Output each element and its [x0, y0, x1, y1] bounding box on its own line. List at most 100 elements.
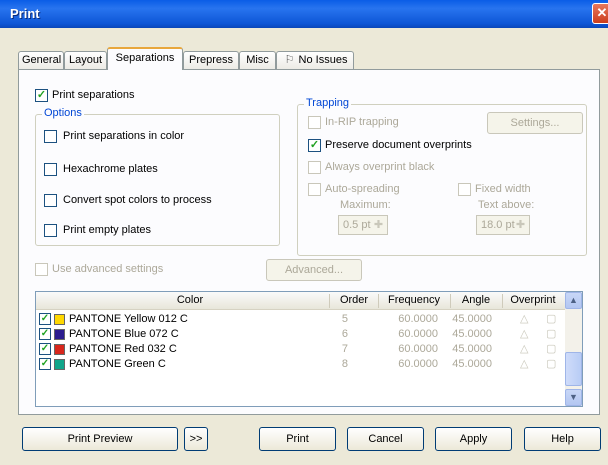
color-name: PANTONE Red 032 C — [69, 343, 177, 355]
row-frequency: 60.0000 — [398, 358, 438, 370]
chevron-right-icon: >> — [189, 433, 203, 445]
apply-button[interactable]: Apply — [435, 427, 512, 451]
row-order: 7 — [341, 343, 348, 355]
spinner-arrows-icon[interactable]: ✚ — [514, 218, 527, 232]
row-order: 8 — [341, 358, 348, 370]
advanced-button[interactable]: Advanced... — [266, 259, 362, 281]
scroll-thumb[interactable] — [565, 352, 582, 386]
overprint-fill-icon[interactable]: △ — [520, 342, 528, 355]
title-bar[interactable]: Print ✕ — [0, 0, 608, 28]
trapping-group-title: Trapping — [304, 97, 352, 109]
table-row[interactable]: ✓ PANTONE Green C 8 60.0000 45.0000 △ ▢ — [36, 357, 566, 372]
auto-spreading-checkbox[interactable] — [308, 183, 321, 196]
print-separations-label: Print separations — [52, 89, 135, 101]
print-button[interactable]: Print — [259, 427, 336, 451]
options-group-title: Options — [42, 107, 84, 119]
row-order: 6 — [341, 328, 348, 340]
spinner-arrows-icon[interactable]: ✚ — [372, 218, 385, 232]
color-name: PANTONE Green C — [69, 358, 166, 370]
overprint-outline-icon[interactable]: ▢ — [546, 312, 556, 325]
list-scrollbar[interactable]: ▲ ▼ — [565, 292, 582, 406]
color-name: PANTONE Yellow 012 C — [69, 313, 188, 325]
print-empty-plates-label: Print empty plates — [63, 224, 152, 236]
overprint-outline-icon[interactable]: ▢ — [546, 357, 556, 370]
preserve-overprints-label: Preserve document overprints — [325, 139, 472, 151]
row-angle: 45.0000 — [452, 343, 492, 355]
row-frequency: 60.0000 — [398, 313, 438, 325]
text-above-label: Text above: — [478, 199, 535, 211]
text-above-value: 18.0 pt — [481, 219, 515, 231]
print-preview-button[interactable]: Print Preview — [22, 427, 178, 451]
col-angle[interactable]: Angle — [450, 294, 502, 306]
col-overprint[interactable]: Overprint — [502, 294, 564, 306]
row-frequency: 60.0000 — [398, 328, 438, 340]
color-swatch — [54, 329, 65, 340]
advanced-settings-checkbox[interactable] — [35, 263, 48, 276]
tab-layout[interactable]: Layout — [64, 51, 107, 69]
scroll-down-button[interactable]: ▼ — [565, 389, 582, 406]
col-frequency[interactable]: Frequency — [378, 294, 450, 306]
overprint-fill-icon[interactable]: △ — [520, 327, 528, 340]
auto-spreading-label: Auto-spreading — [325, 183, 400, 195]
in-rip-label: In-RIP trapping — [325, 116, 399, 128]
print-in-color-checkbox[interactable] — [44, 130, 57, 143]
window-title: Print — [10, 6, 40, 21]
row-checkbox[interactable]: ✓ — [39, 328, 51, 340]
col-order[interactable]: Order — [330, 294, 378, 306]
overprint-fill-icon[interactable]: △ — [520, 312, 528, 325]
preserve-overprints-checkbox[interactable]: ✓ — [308, 139, 321, 152]
table-row[interactable]: ✓ PANTONE Yellow 012 C 5 60.0000 45.0000… — [36, 312, 566, 327]
list-header: Color Order Frequency Angle Overprint — [36, 292, 566, 310]
print-dialog: Print ✕ General Layout Separations Prepr… — [0, 0, 608, 465]
cancel-button[interactable]: Cancel — [347, 427, 424, 451]
table-row[interactable]: ✓ PANTONE Red 032 C 7 60.0000 45.0000 △ … — [36, 342, 566, 357]
row-checkbox[interactable]: ✓ — [39, 358, 51, 370]
fixed-width-label: Fixed width — [475, 183, 531, 195]
tab-prepress[interactable]: Prepress — [183, 51, 239, 69]
trapping-settings-button[interactable]: Settings... — [487, 112, 583, 134]
hexachrome-checkbox[interactable] — [44, 163, 57, 176]
color-list: Color Order Frequency Angle Overprint ✓ … — [35, 291, 583, 407]
preview-toggle-button[interactable]: >> — [184, 427, 208, 451]
convert-spot-checkbox[interactable] — [44, 194, 57, 207]
trapping-group: Trapping In-RIP trapping Settings... ✓ P… — [297, 97, 587, 256]
row-angle: 45.0000 — [452, 313, 492, 325]
color-swatch — [54, 359, 65, 370]
row-order: 5 — [341, 313, 348, 325]
row-frequency: 60.0000 — [398, 343, 438, 355]
print-in-color-label: Print separations in color — [63, 130, 185, 142]
overprint-outline-icon[interactable]: ▢ — [546, 342, 556, 355]
always-overprint-label: Always overprint black — [325, 161, 435, 173]
maximum-value: 0.5 pt — [343, 219, 371, 231]
tab-no-issues[interactable]: ⚐ No Issues — [276, 51, 354, 69]
issues-icon: ⚐ — [284, 54, 295, 66]
separations-panel: ✓ Print separations Options Print separa… — [18, 69, 600, 415]
color-name: PANTONE Blue 072 C — [69, 328, 179, 340]
color-swatch — [54, 344, 65, 355]
tab-separations[interactable]: Separations — [107, 47, 183, 70]
overprint-outline-icon[interactable]: ▢ — [546, 327, 556, 340]
tab-misc[interactable]: Misc — [239, 51, 276, 69]
always-overprint-checkbox[interactable] — [308, 161, 321, 174]
overprint-fill-icon[interactable]: △ — [520, 357, 528, 370]
text-above-spinner[interactable]: 18.0 pt ✚ — [476, 215, 530, 235]
hexachrome-label: Hexachrome plates — [63, 163, 158, 175]
help-button[interactable]: Help — [524, 427, 601, 451]
options-group: Options Print separations in color Hexac… — [35, 107, 280, 246]
maximum-label: Maximum: — [340, 199, 391, 211]
scroll-up-button[interactable]: ▲ — [565, 292, 582, 309]
in-rip-checkbox[interactable] — [308, 116, 321, 129]
advanced-settings-label: Use advanced settings — [52, 263, 164, 275]
print-separations-checkbox[interactable]: ✓ — [35, 89, 48, 102]
tab-general[interactable]: General — [18, 51, 64, 69]
table-row[interactable]: ✓ PANTONE Blue 072 C 6 60.0000 45.0000 △… — [36, 327, 566, 342]
maximum-spinner[interactable]: 0.5 pt ✚ — [338, 215, 388, 235]
close-icon: ✕ — [596, 5, 608, 20]
print-empty-plates-checkbox[interactable] — [44, 224, 57, 237]
fixed-width-checkbox[interactable] — [458, 183, 471, 196]
col-color[interactable]: Color — [50, 294, 330, 306]
close-button[interactable]: ✕ — [592, 3, 608, 24]
row-checkbox[interactable]: ✓ — [39, 313, 51, 325]
convert-spot-label: Convert spot colors to process — [63, 194, 212, 206]
row-checkbox[interactable]: ✓ — [39, 343, 51, 355]
